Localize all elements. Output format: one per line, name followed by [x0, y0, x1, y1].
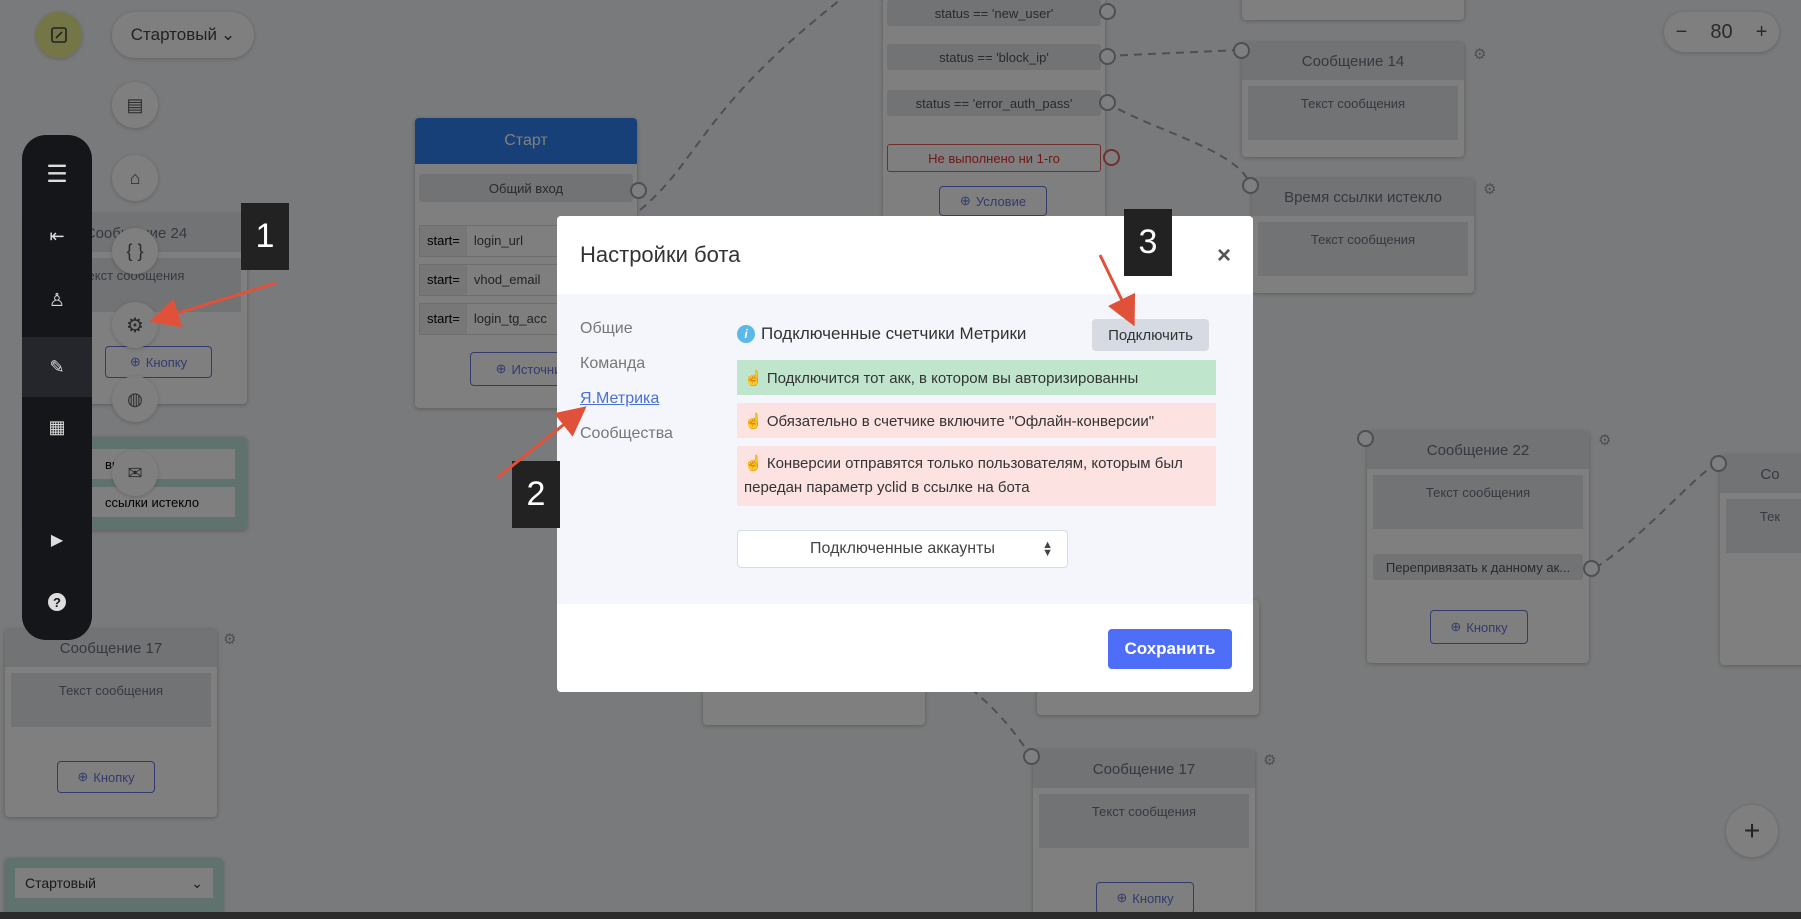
- arrow-3: [1098, 254, 1136, 327]
- arrow-1: [149, 281, 277, 328]
- annotation-arrows: [149, 254, 1136, 480]
- arrow-2: [496, 406, 587, 480]
